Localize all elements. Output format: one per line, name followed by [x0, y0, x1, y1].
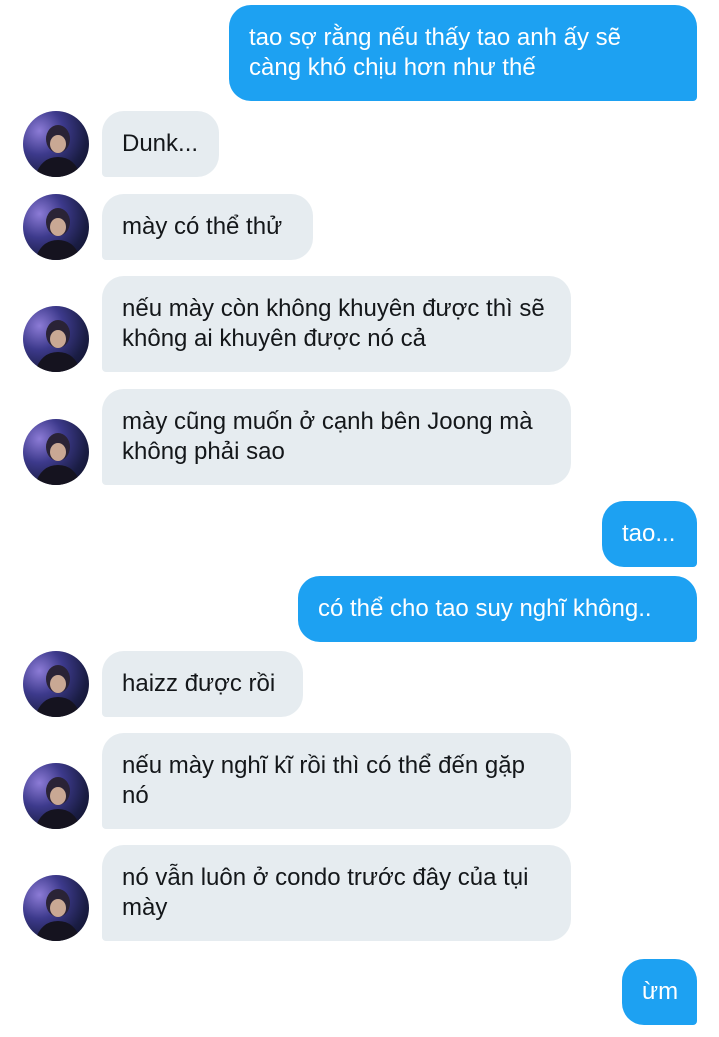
message-text: haizz được rồi	[122, 670, 276, 697]
sent-message[interactable]: tao...	[602, 501, 697, 567]
contact-avatar-icon[interactable]	[23, 875, 89, 941]
message-text: ừm	[642, 978, 679, 1005]
message-text: nếu mày nghĩ kĩ rồi thì có thể đến gặp n…	[122, 752, 532, 809]
received-message[interactable]: haizz được rồi	[102, 651, 303, 717]
received-message[interactable]: nếu mày nghĩ kĩ rồi thì có thể đến gặp n…	[102, 733, 571, 829]
sent-message[interactable]: ừm	[622, 959, 697, 1025]
contact-avatar-icon[interactable]	[23, 419, 89, 485]
contact-avatar-icon[interactable]	[23, 763, 89, 829]
message-text: mày cũng muốn ở cạnh bên Joong mà không …	[122, 408, 540, 465]
contact-avatar-icon[interactable]	[23, 306, 89, 372]
chat-thread: tao sợ rằng nếu thấy tao anh ấy sẽ càng …	[0, 0, 719, 1037]
sent-message[interactable]: có thể cho tao suy nghĩ không..	[298, 576, 697, 642]
received-message[interactable]: nó vẫn luôn ở condo trước đây của tụi mà…	[102, 845, 571, 941]
message-text: tao sợ rằng nếu thấy tao anh ấy sẽ càng …	[249, 24, 628, 81]
message-text: tao...	[622, 520, 676, 547]
message-text: mày có thể thử	[122, 213, 283, 240]
contact-avatar-icon[interactable]	[23, 194, 89, 260]
received-message[interactable]: mày cũng muốn ở cạnh bên Joong mà không …	[102, 389, 571, 485]
message-text: nó vẫn luôn ở condo trước đây của tụi mà…	[122, 864, 536, 921]
message-text: Dunk...	[122, 130, 199, 157]
contact-avatar-icon[interactable]	[23, 651, 89, 717]
received-message[interactable]: nếu mày còn không khuyên được thì sẽ khô…	[102, 276, 571, 372]
received-message[interactable]: Dunk...	[102, 111, 219, 177]
contact-avatar-icon[interactable]	[23, 111, 89, 177]
message-text: có thể cho tao suy nghĩ không..	[318, 595, 652, 622]
received-message[interactable]: mày có thể thử	[102, 194, 313, 260]
message-text: nếu mày còn không khuyên được thì sẽ khô…	[122, 295, 552, 352]
sent-message[interactable]: tao sợ rằng nếu thấy tao anh ấy sẽ càng …	[229, 5, 697, 101]
